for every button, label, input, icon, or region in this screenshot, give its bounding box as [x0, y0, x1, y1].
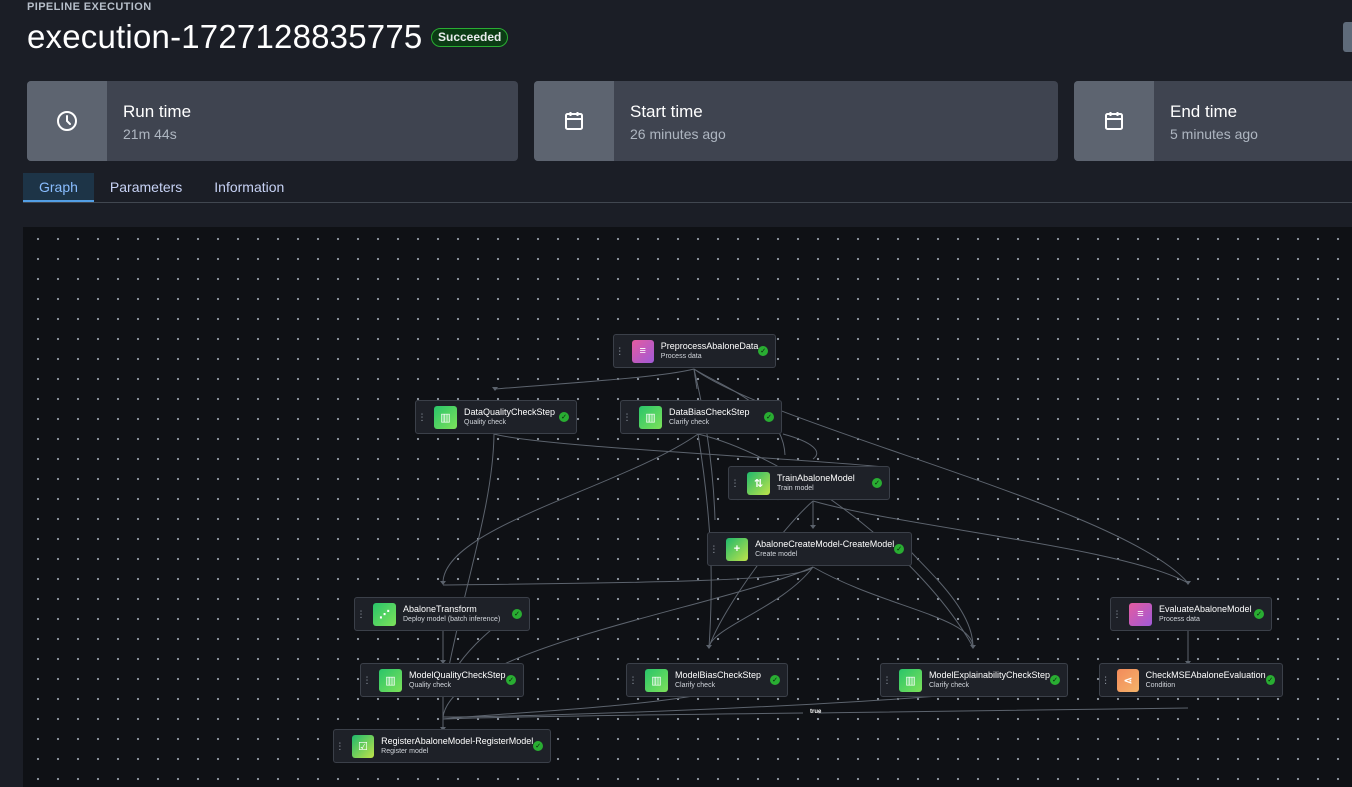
node-name: ModelBiasCheckStep: [675, 669, 762, 680]
node-name: CheckMSEAbaloneEvaluation: [1145, 669, 1266, 680]
success-check-icon: ✓: [872, 478, 882, 488]
actions-button[interactable]: [1343, 22, 1352, 52]
node-name: ModelQualityCheckStep: [409, 669, 506, 680]
drag-handle-icon[interactable]: ⋮: [729, 478, 741, 488]
node-name: RegisterAbaloneModel-RegisterModel: [381, 735, 534, 746]
clarify-check-icon: ▥: [898, 668, 922, 692]
drag-handle-icon[interactable]: ⋮: [361, 675, 373, 685]
calendar-icon: [534, 81, 614, 161]
graph-node-data-bias-check-step[interactable]: ⋮ ▥ DataBiasCheckStep Clarify check ✓: [620, 400, 782, 434]
success-check-icon: ✓: [512, 609, 522, 619]
success-check-icon: ✓: [1050, 675, 1060, 685]
end-time-card: End time 5 minutes ago: [1074, 81, 1352, 161]
create-model-icon: +: [725, 537, 749, 561]
success-check-icon: ✓: [770, 675, 780, 685]
node-name: EvaluateAbaloneModel: [1159, 603, 1252, 614]
node-type: Train model: [777, 484, 814, 492]
quality-check-icon: ▥: [379, 668, 402, 692]
node-name: AbaloneTransform: [403, 603, 477, 614]
drag-handle-icon[interactable]: ⋮: [355, 609, 367, 619]
node-type: Clarify check: [928, 681, 970, 689]
node-name: DataBiasCheckStep: [669, 406, 750, 417]
graph-node-register-abalone-model[interactable]: ⋮ ☑ RegisterAbaloneModel-RegisterModel R…: [333, 729, 551, 763]
drag-handle-icon[interactable]: ⋮: [708, 544, 720, 554]
drag-handle-icon[interactable]: ⋮: [1100, 675, 1111, 685]
drag-handle-icon[interactable]: ⋮: [334, 741, 346, 751]
page-title: execution-1727128835775: [27, 18, 423, 55]
success-check-icon: ✓: [559, 412, 569, 422]
tab-information[interactable]: Information: [198, 173, 300, 202]
drag-handle-icon[interactable]: ⋮: [621, 412, 633, 422]
node-type: Quality check: [409, 681, 452, 689]
clarify-check-icon: ▥: [645, 668, 668, 692]
quality-check-icon: ▥: [434, 405, 457, 429]
run-time-label: Run time: [123, 102, 192, 121]
success-check-icon: ✓: [764, 412, 774, 422]
node-type: Deploy model (batch inference): [403, 615, 501, 623]
node-name: TrainAbaloneModel: [777, 472, 855, 483]
success-check-icon: ✓: [506, 675, 516, 685]
graph-node-abalone-create-model[interactable]: ⋮ + AbaloneCreateModel-CreateModel Creat…: [707, 532, 912, 566]
start-time-value: 26 minutes ago: [630, 126, 726, 142]
end-time-label: End time: [1170, 102, 1238, 121]
node-name: DataQualityCheckStep: [464, 406, 556, 417]
drag-handle-icon[interactable]: ⋮: [881, 675, 893, 685]
processing-icon: ≡: [631, 339, 654, 363]
start-time-label: Start time: [630, 102, 703, 121]
graph-node-model-bias-check-step[interactable]: ⋮ ▥ ModelBiasCheckStep Clarify check ✓: [626, 663, 788, 697]
success-check-icon: ✓: [1265, 675, 1275, 685]
graph-node-model-quality-check-step[interactable]: ⋮ ▥ ModelQualityCheckStep Quality check …: [360, 663, 524, 697]
node-type: Process data: [1159, 615, 1200, 623]
run-time-value: 21m 44s: [123, 126, 177, 142]
graph-node-data-quality-check-step[interactable]: ⋮ ▥ DataQualityCheckStep Quality check ✓: [415, 400, 577, 434]
start-time-card: Start time 26 minutes ago: [534, 81, 1058, 161]
drag-handle-icon[interactable]: ⋮: [627, 675, 639, 685]
node-type: Register model: [381, 747, 429, 755]
run-time-card: Run time 21m 44s: [27, 81, 518, 161]
graph-node-check-mse-abalone-evaluation[interactable]: ⋮ ⋖ CheckMSEAbaloneEvaluation Condition …: [1099, 663, 1283, 697]
node-type: Condition: [1145, 681, 1176, 689]
drag-handle-icon[interactable]: ⋮: [1111, 609, 1123, 619]
tab-bar: Graph Parameters Information: [23, 173, 1352, 203]
drag-handle-icon[interactable]: ⋮: [416, 412, 428, 422]
end-time-value: 5 minutes ago: [1170, 126, 1258, 142]
node-type: Quality check: [464, 418, 507, 426]
clarify-check-icon: ▥: [639, 405, 662, 429]
node-type: Create model: [755, 550, 798, 558]
node-type: Process data: [660, 352, 702, 360]
tab-parameters[interactable]: Parameters: [94, 173, 198, 202]
page-eyebrow: PIPELINE EXECUTION: [27, 1, 152, 13]
edge-label-true: true: [810, 709, 822, 715]
clock-icon: [27, 81, 107, 161]
graph-node-evaluate-abalone-model[interactable]: ⋮ ≡ EvaluateAbaloneModel Process data ✓: [1110, 597, 1272, 631]
node-name: PreprocessAbaloneData: [660, 340, 759, 351]
transform-icon: ⋰: [373, 602, 396, 626]
node-name: ModelExplainabilityCheckStep: [928, 669, 1051, 680]
graph-edges: [440, 368, 1191, 731]
condition-icon: ⋖: [1117, 668, 1139, 692]
success-check-icon: ✓: [533, 741, 544, 751]
success-check-icon: ✓: [758, 346, 768, 356]
drag-handle-icon[interactable]: ⋮: [614, 346, 626, 356]
success-check-icon: ✓: [894, 544, 905, 554]
graph-node-abalone-transform[interactable]: ⋮ ⋰ AbaloneTransform Deploy model (batch…: [354, 597, 530, 631]
status-badge: Succeeded: [431, 28, 509, 47]
calendar-icon: [1074, 81, 1154, 161]
graph-node-train-abalone-model[interactable]: ⋮ ⇅ TrainAbaloneModel Train model ✓: [728, 466, 890, 500]
graph-node-preprocess-abalone-data[interactable]: ⋮ ≡ PreprocessAbaloneData Process data ✓: [613, 334, 776, 368]
tab-graph[interactable]: Graph: [23, 173, 94, 202]
node-type: Clarify check: [669, 418, 710, 426]
processing-icon: ≡: [1129, 602, 1152, 626]
node-type: Clarify check: [675, 681, 716, 689]
node-name: AbaloneCreateModel-CreateModel: [755, 538, 895, 549]
pipeline-graph-canvas[interactable]: true ⋮ ≡ PreprocessAbaloneData Process d…: [23, 227, 1352, 787]
success-check-icon: ✓: [1254, 609, 1264, 619]
graph-node-model-explainability-check-step[interactable]: ⋮ ▥ ModelExplainabilityCheckStep Clarify…: [880, 663, 1068, 697]
training-icon: ⇅: [747, 471, 770, 495]
register-model-icon: ☑: [351, 734, 375, 758]
